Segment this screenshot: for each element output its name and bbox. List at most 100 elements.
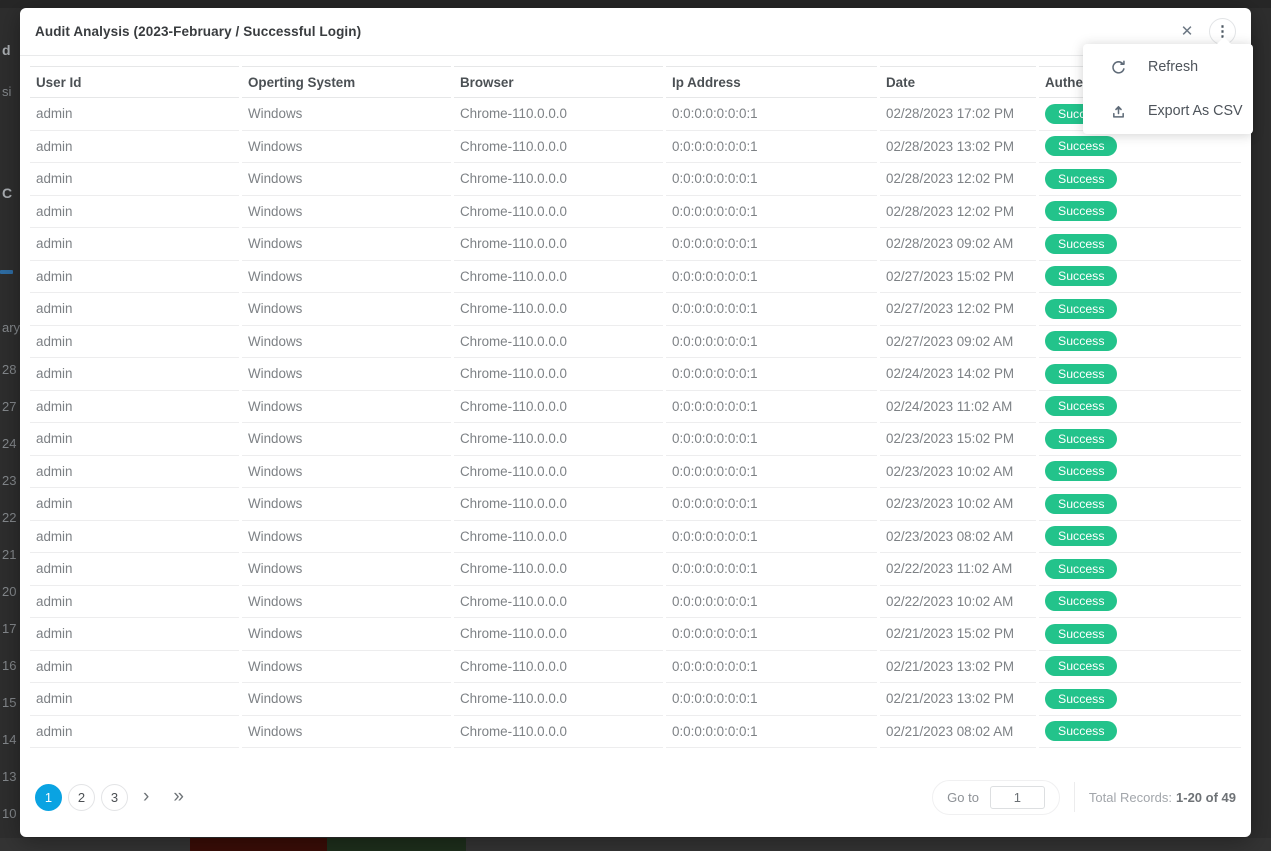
cell-user-id: admin xyxy=(30,228,239,261)
background-chart-strip xyxy=(0,838,1271,851)
cell-date: 02/22/2023 10:02 AM xyxy=(880,586,1036,619)
status-badge: Success xyxy=(1045,624,1117,644)
cell-date: 02/21/2023 13:02 PM xyxy=(880,651,1036,684)
cell-date: 02/28/2023 12:02 PM xyxy=(880,196,1036,229)
context-menu: RefreshExport As CSV xyxy=(1083,44,1253,134)
cell-ip-address: 0:0:0:0:0:0:0:1 xyxy=(666,521,877,554)
cell-ip-address: 0:0:0:0:0:0:0:1 xyxy=(666,293,877,326)
cell-browser: Chrome-110.0.0.0 xyxy=(454,521,663,554)
cell-os: Windows xyxy=(242,293,451,326)
table-row: adminWindowsChrome-110.0.0.00:0:0:0:0:0:… xyxy=(30,196,1241,229)
cell-authentication: Success xyxy=(1039,261,1241,294)
cell-authentication: Success xyxy=(1039,293,1241,326)
cell-ip-address: 0:0:0:0:0:0:0:1 xyxy=(666,261,877,294)
cell-browser: Chrome-110.0.0.0 xyxy=(454,456,663,489)
status-badge: Success xyxy=(1045,136,1117,156)
cell-os: Windows xyxy=(242,618,451,651)
cell-user-id: admin xyxy=(30,98,239,131)
cell-browser: Chrome-110.0.0.0 xyxy=(454,326,663,359)
goto-label: Go to xyxy=(947,790,979,805)
cell-user-id: admin xyxy=(30,326,239,359)
column-header-date: Date xyxy=(880,66,1036,98)
audit-analysis-modal: Audit Analysis (2023-February / Successf… xyxy=(20,8,1251,837)
column-header-ip-address: Ip Address xyxy=(666,66,877,98)
status-badge: Success xyxy=(1045,364,1117,384)
page-buttons: 123 › » xyxy=(35,784,193,811)
goto-page-control: Go to xyxy=(932,780,1060,815)
backdrop-fragment: 21 xyxy=(2,547,16,562)
cell-user-id: admin xyxy=(30,553,239,586)
table-row: adminWindowsChrome-110.0.0.00:0:0:0:0:0:… xyxy=(30,423,1241,456)
cell-user-id: admin xyxy=(30,586,239,619)
status-badge: Success xyxy=(1045,494,1117,514)
page-button-2[interactable]: 2 xyxy=(68,784,95,811)
status-badge: Success xyxy=(1045,656,1117,676)
menu-item-refresh[interactable]: Refresh xyxy=(1083,45,1253,89)
cell-user-id: admin xyxy=(30,488,239,521)
cell-browser: Chrome-110.0.0.0 xyxy=(454,683,663,716)
cell-date: 02/27/2023 09:02 AM xyxy=(880,326,1036,359)
cell-authentication: Success xyxy=(1039,196,1241,229)
cell-browser: Chrome-110.0.0.0 xyxy=(454,553,663,586)
modal-titlebar: Audit Analysis (2023-February / Successf… xyxy=(20,8,1251,56)
cell-os: Windows xyxy=(242,131,451,164)
status-badge: Success xyxy=(1045,689,1117,709)
cell-os: Windows xyxy=(242,196,451,229)
page-button-1[interactable]: 1 xyxy=(35,784,62,811)
cell-os: Windows xyxy=(242,261,451,294)
cell-os: Windows xyxy=(242,228,451,261)
table-row: adminWindowsChrome-110.0.0.00:0:0:0:0:0:… xyxy=(30,716,1241,749)
backdrop-fragment: C xyxy=(2,185,12,201)
cell-ip-address: 0:0:0:0:0:0:0:1 xyxy=(666,163,877,196)
table-row: adminWindowsChrome-110.0.0.00:0:0:0:0:0:… xyxy=(30,163,1241,196)
cell-user-id: admin xyxy=(30,163,239,196)
page-button-3[interactable]: 3 xyxy=(101,784,128,811)
cell-browser: Chrome-110.0.0.0 xyxy=(454,586,663,619)
cell-ip-address: 0:0:0:0:0:0:0:1 xyxy=(666,683,877,716)
column-header-operting-system: Operting System xyxy=(242,66,451,98)
cell-user-id: admin xyxy=(30,131,239,164)
cell-ip-address: 0:0:0:0:0:0:0:1 xyxy=(666,716,877,749)
cell-browser: Chrome-110.0.0.0 xyxy=(454,98,663,131)
cell-date: 02/28/2023 12:02 PM xyxy=(880,163,1036,196)
cell-authentication: Success xyxy=(1039,521,1241,554)
cell-date: 02/28/2023 09:02 AM xyxy=(880,228,1036,261)
last-page-button[interactable]: » xyxy=(164,786,193,808)
table-row: adminWindowsChrome-110.0.0.00:0:0:0:0:0:… xyxy=(30,651,1241,684)
cell-user-id: admin xyxy=(30,423,239,456)
next-page-button[interactable]: › xyxy=(134,786,158,808)
close-button[interactable]: ✕ xyxy=(1176,21,1198,43)
cell-os: Windows xyxy=(242,358,451,391)
backdrop-top-strip xyxy=(0,0,1271,8)
status-badge: Success xyxy=(1045,201,1117,221)
cell-authentication: Success xyxy=(1039,553,1241,586)
cell-authentication: Success xyxy=(1039,326,1241,359)
cell-date: 02/22/2023 11:02 AM xyxy=(880,553,1036,586)
table-header-row: User IdOperting SystemBrowserIp AddressD… xyxy=(30,66,1241,98)
table-row: adminWindowsChrome-110.0.0.00:0:0:0:0:0:… xyxy=(30,98,1241,131)
menu-item-export-as-csv[interactable]: Export As CSV xyxy=(1083,89,1253,133)
table-row: adminWindowsChrome-110.0.0.00:0:0:0:0:0:… xyxy=(30,228,1241,261)
cell-authentication: Success xyxy=(1039,456,1241,489)
cell-browser: Chrome-110.0.0.0 xyxy=(454,261,663,294)
table-row: adminWindowsChrome-110.0.0.00:0:0:0:0:0:… xyxy=(30,488,1241,521)
cell-ip-address: 0:0:0:0:0:0:0:1 xyxy=(666,196,877,229)
cell-ip-address: 0:0:0:0:0:0:0:1 xyxy=(666,553,877,586)
backdrop-fragment: 23 xyxy=(2,473,16,488)
table-row: adminWindowsChrome-110.0.0.00:0:0:0:0:0:… xyxy=(30,391,1241,424)
table-row: adminWindowsChrome-110.0.0.00:0:0:0:0:0:… xyxy=(30,521,1241,554)
cell-authentication: Success xyxy=(1039,228,1241,261)
cell-date: 02/21/2023 15:02 PM xyxy=(880,618,1036,651)
cell-browser: Chrome-110.0.0.0 xyxy=(454,196,663,229)
backdrop-fragment: 15 xyxy=(2,695,16,710)
cell-ip-address: 0:0:0:0:0:0:0:1 xyxy=(666,131,877,164)
backdrop-fragment: 14 xyxy=(2,732,16,747)
backdrop-blue-fragment xyxy=(0,270,13,274)
goto-page-input[interactable] xyxy=(990,786,1045,809)
backdrop-fragment: 17 xyxy=(2,621,16,636)
cell-date: 02/28/2023 13:02 PM xyxy=(880,131,1036,164)
cell-ip-address: 0:0:0:0:0:0:0:1 xyxy=(666,456,877,489)
backdrop-fragment: 27 xyxy=(2,399,16,414)
cell-ip-address: 0:0:0:0:0:0:0:1 xyxy=(666,618,877,651)
backdrop-fragment: d xyxy=(2,42,11,58)
